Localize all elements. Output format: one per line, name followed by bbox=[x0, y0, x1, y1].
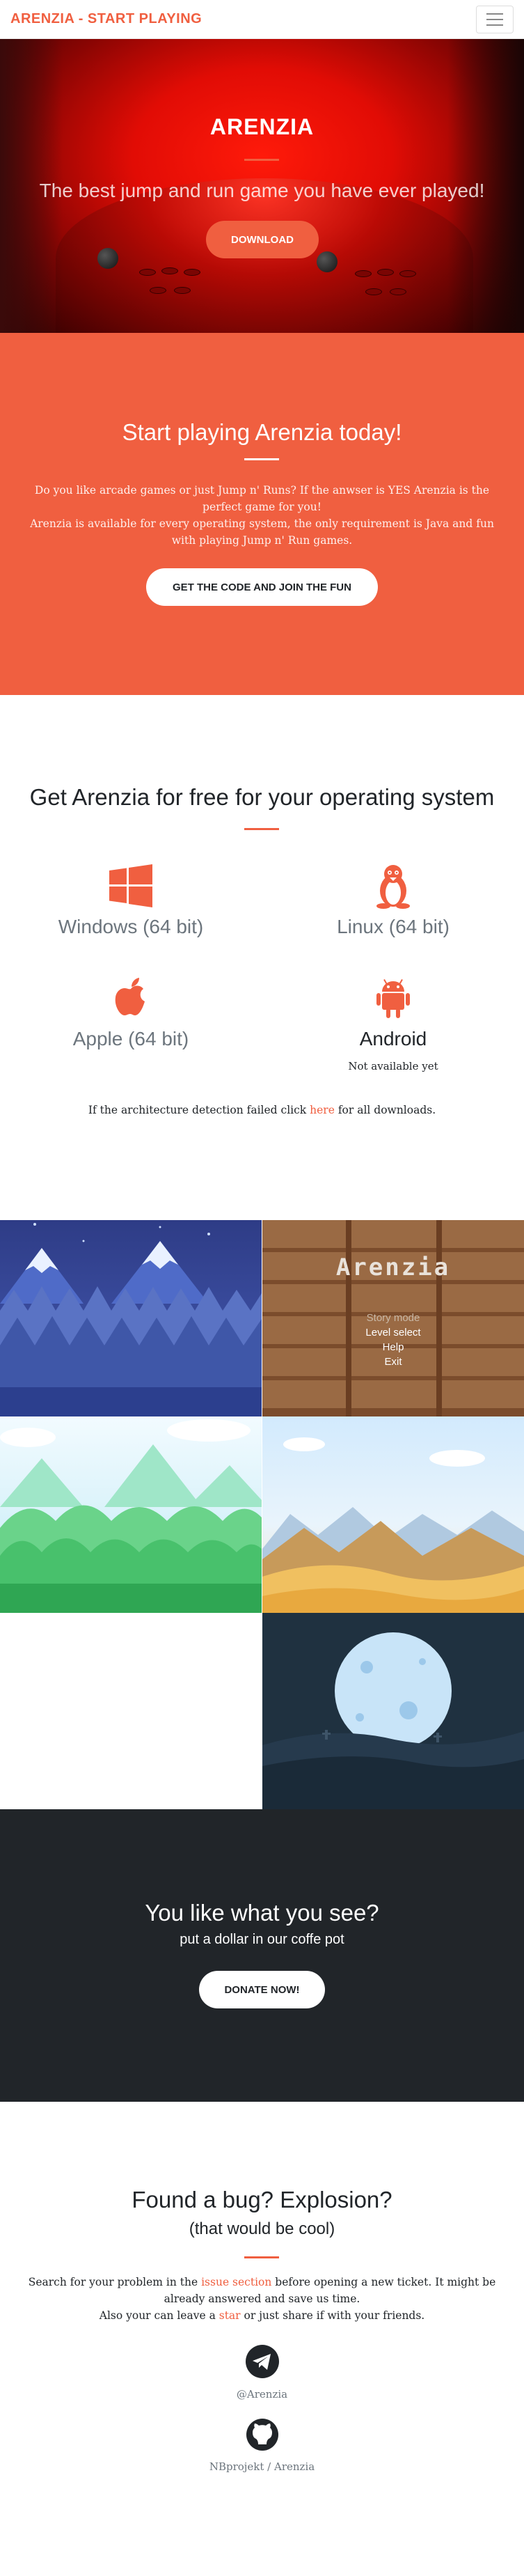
github-repo: NBprojekt / Arenzia bbox=[209, 2460, 315, 2473]
menu-item-story: Story mode bbox=[366, 1312, 420, 1324]
menu-item-level-select: Level select bbox=[365, 1327, 421, 1338]
hero-subtitle: The best jump and run game you have ever… bbox=[39, 180, 485, 201]
download-button[interactable]: DOWNLOAD bbox=[206, 221, 319, 258]
screenshot-forest-level[interactable] bbox=[0, 1416, 262, 1613]
android-note: Not available yet bbox=[348, 1060, 438, 1072]
download-fallback: If the architecture detection failed cli… bbox=[88, 1104, 436, 1116]
hamburger-icon bbox=[486, 24, 503, 26]
menu-item-exit: Exit bbox=[384, 1356, 402, 1368]
apple-icon bbox=[0, 974, 262, 1022]
telegram-handle: @Arenzia bbox=[236, 2388, 288, 2401]
get-code-button[interactable]: GET THE CODE AND JOIN THE FUN bbox=[146, 568, 378, 606]
page: ARENZIA - START PLAYING ARENZIA The best… bbox=[0, 0, 524, 2576]
donate-title: You like what you see? bbox=[145, 1900, 379, 1926]
menu-item-help: Help bbox=[382, 1341, 404, 1353]
about-section: Start playing Arenzia today! Do you like… bbox=[0, 333, 524, 695]
screenshot-winter-level[interactable] bbox=[0, 1220, 262, 1416]
telegram-link[interactable]: @Arenzia bbox=[0, 2345, 524, 2401]
star-link[interactable]: star bbox=[219, 2309, 241, 2322]
brand-link[interactable]: ARENZIA - START PLAYING bbox=[10, 11, 202, 27]
telegram-icon bbox=[245, 2345, 279, 2378]
joystick-icon bbox=[97, 248, 118, 269]
all-downloads-link[interactable]: here bbox=[310, 1104, 335, 1116]
download-windows[interactable]: Windows (64 bit) bbox=[0, 861, 262, 938]
divider bbox=[244, 159, 279, 161]
hamburger-icon bbox=[486, 13, 503, 15]
github-link[interactable]: NBprojekt / Arenzia bbox=[0, 2419, 524, 2473]
joystick-icon bbox=[317, 251, 338, 272]
divider bbox=[244, 2256, 279, 2258]
screenshot-main-menu[interactable]: Arenzia Story mode Level select Help Exi… bbox=[262, 1220, 524, 1416]
donate-subtitle: put a dollar in our coffe pot bbox=[180, 1932, 344, 1947]
screenshot-desert-level[interactable] bbox=[262, 1416, 524, 1613]
about-text: Do you like arcade games or just Jump n'… bbox=[30, 484, 494, 547]
game-menu: Story mode Level select Help Exit bbox=[262, 1311, 524, 1369]
about-title: Start playing Arenzia today! bbox=[122, 419, 402, 445]
hero-section: ARENZIA The best jump and run game you h… bbox=[0, 39, 524, 333]
download-android[interactable]: Android Not available yet bbox=[262, 974, 524, 1072]
github-icon bbox=[246, 2419, 278, 2451]
divider bbox=[244, 828, 279, 830]
menu-title: Arenzia bbox=[335, 1254, 451, 1281]
downloads-title: Get Arenzia for free for your operating … bbox=[29, 784, 495, 810]
android-icon bbox=[262, 974, 524, 1022]
navbar: ARENZIA - START PLAYING bbox=[0, 0, 524, 39]
download-apple[interactable]: Apple (64 bit) bbox=[0, 974, 262, 1050]
hero-title: ARENZIA bbox=[209, 114, 315, 139]
contact-text: Search for your problem in the issue sec… bbox=[28, 2276, 496, 2322]
donate-button[interactable]: DONATE NOW! bbox=[199, 1971, 325, 2008]
contact-title: Found a bug? Explosion? bbox=[132, 2187, 392, 2212]
hamburger-icon bbox=[486, 18, 503, 20]
divider bbox=[244, 458, 279, 460]
issue-section-link[interactable]: issue section bbox=[201, 2276, 271, 2288]
download-linux[interactable]: Linux (64 bit) bbox=[262, 861, 524, 938]
menu-toggle-button[interactable] bbox=[476, 5, 514, 33]
contact-subtitle: (that would be cool) bbox=[189, 2219, 335, 2238]
linux-icon bbox=[262, 861, 524, 910]
windows-icon bbox=[0, 861, 262, 910]
donate-section: You like what you see? put a dollar in o… bbox=[0, 1809, 524, 2102]
screenshot-blank[interactable] bbox=[0, 1613, 262, 1809]
screenshot-moon-level[interactable] bbox=[262, 1613, 524, 1809]
